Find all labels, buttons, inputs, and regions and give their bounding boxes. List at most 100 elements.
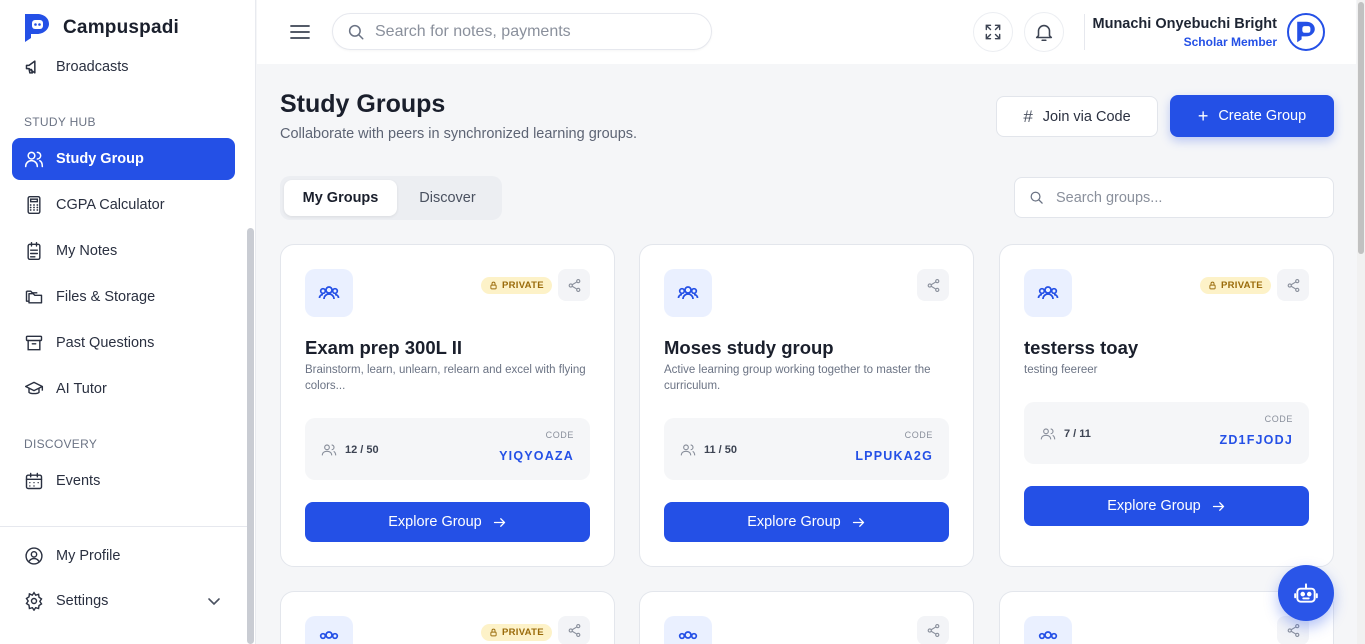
share-button[interactable]: [1277, 269, 1309, 301]
sidebar-item-settings[interactable]: Settings: [12, 580, 235, 622]
global-search[interactable]: [332, 13, 712, 50]
share-button[interactable]: [558, 269, 590, 301]
avatar-logo-icon: [1297, 21, 1315, 43]
sidebar-item-label: Settings: [56, 593, 109, 609]
gear-icon: [25, 591, 43, 611]
section-label-study-hub: STUDY HUB: [24, 115, 96, 129]
explore-group-label: Explore Group: [1107, 498, 1201, 514]
sidebar-item-files-storage[interactable]: Files & Storage: [12, 276, 235, 318]
create-group-button[interactable]: + Create Group: [1170, 95, 1334, 137]
members-icon: [680, 444, 696, 456]
sidebar-item-label: AI Tutor: [56, 381, 107, 397]
folder-icon: [25, 290, 43, 304]
sidebar-item-past-questions[interactable]: Past Questions: [12, 322, 235, 364]
share-icon: [1287, 624, 1299, 637]
sidebar-item-label: My Profile: [56, 548, 121, 564]
sidebar-item-my-profile[interactable]: My Profile: [12, 535, 235, 577]
group-code[interactable]: ZD1FJODJ: [1219, 433, 1293, 447]
sidebar-item-label: Files & Storage: [56, 289, 156, 305]
group-card: PRIVATE testerss toay testing feereer 7 …: [999, 244, 1334, 567]
arrow-right-icon: [1212, 501, 1225, 511]
arrow-right-icon: [493, 517, 506, 527]
notes-icon: [27, 241, 41, 261]
sidebar-item-label: Events: [56, 473, 101, 489]
group-search-input[interactable]: [1056, 189, 1316, 206]
user-role: Scholar Member: [1183, 35, 1277, 49]
share-icon: [568, 278, 580, 292]
brand[interactable]: Campuspadi: [22, 12, 179, 44]
group-code[interactable]: LPPUKA2G: [855, 449, 933, 463]
megaphone-icon: [25, 60, 36, 74]
private-badge: PRIVATE: [481, 277, 552, 294]
sidebar-item-my-notes[interactable]: My Notes: [12, 230, 235, 272]
group-card: PRIVATE: [280, 591, 615, 644]
group-stats: 7 / 11 CODE ZD1FJODJ: [1024, 402, 1309, 464]
archive-icon: [25, 335, 43, 351]
group-code[interactable]: YIQYOAZA: [499, 449, 574, 463]
sidebar-item-ai-tutor[interactable]: AI Tutor: [12, 368, 235, 410]
group-users-icon: [1038, 630, 1058, 639]
page-scrollbar[interactable]: [1357, 0, 1365, 644]
group-icon-wrap: [305, 616, 353, 644]
global-search-input[interactable]: [375, 22, 695, 41]
sidebar-item-study-group[interactable]: Study Group: [12, 138, 235, 180]
group-stats: 11 / 50 CODE LPPUKA2G: [664, 418, 949, 480]
code-label: CODE: [1264, 414, 1293, 424]
group-tabs: My Groups Discover: [280, 176, 502, 220]
explore-group-button[interactable]: Explore Group: [1024, 486, 1309, 526]
code-label: CODE: [545, 430, 574, 440]
sidebar-item-events[interactable]: Events: [12, 460, 235, 502]
member-count-value: 12 / 50: [345, 444, 379, 456]
share-icon: [927, 624, 939, 637]
avatar[interactable]: [1287, 13, 1325, 51]
group-icon-wrap: [664, 269, 712, 317]
hamburger-menu-icon[interactable]: [290, 24, 310, 40]
notifications-button[interactable]: [1024, 12, 1064, 52]
share-icon: [927, 278, 939, 292]
explore-group-button[interactable]: Explore Group: [664, 502, 949, 542]
share-button[interactable]: [917, 616, 949, 644]
lock-icon: [490, 281, 497, 290]
section-label-discovery: DISCOVERY: [24, 437, 98, 451]
tab-my-groups[interactable]: My Groups: [284, 180, 397, 216]
member-count-value: 11 / 50: [704, 444, 738, 456]
member-count: 11 / 50: [680, 442, 737, 458]
group-description: Active learning group working together t…: [664, 364, 931, 392]
fullscreen-button[interactable]: [973, 12, 1013, 52]
group-users-icon: [319, 630, 339, 639]
tab-discover[interactable]: Discover: [397, 180, 498, 216]
group-users-icon: [1037, 286, 1059, 300]
hash-icon: #: [1023, 106, 1033, 126]
page-subtitle: Collaborate with peers in synchronized l…: [280, 126, 638, 142]
share-button[interactable]: [917, 269, 949, 301]
private-badge: PRIVATE: [481, 624, 552, 641]
brand-name: Campuspadi: [63, 17, 180, 38]
lock-icon: [1209, 281, 1216, 290]
group-title: testerss toay: [1024, 337, 1139, 358]
create-group-label: Create Group: [1218, 108, 1307, 124]
sidebar-item-cgpa-calculator[interactable]: CGPA Calculator: [12, 184, 235, 226]
share-icon: [568, 624, 580, 637]
join-via-code-label: Join via Code: [1042, 108, 1131, 125]
calculator-icon: [27, 195, 41, 215]
share-button[interactable]: [558, 616, 590, 644]
explore-group-label: Explore Group: [747, 514, 841, 530]
group-search[interactable]: [1014, 177, 1334, 218]
join-via-code-button[interactable]: # Join via Code: [996, 96, 1158, 137]
sidebar-divider: [0, 526, 247, 527]
chevron-down-icon[interactable]: [206, 593, 222, 609]
group-description: Brainstorm, learn, unlearn, relearn and …: [305, 364, 586, 392]
expand-icon: [985, 24, 1001, 40]
page-scrollbar-thumb[interactable]: [1358, 2, 1364, 254]
group-description: testing feereer: [1024, 364, 1098, 376]
explore-group-label: Explore Group: [388, 514, 482, 530]
share-icon: [1287, 278, 1299, 292]
group-users-icon: [677, 286, 699, 300]
ai-assistant-fab[interactable]: [1278, 565, 1334, 621]
sidebar-scrollbar[interactable]: [247, 228, 254, 644]
explore-group-button[interactable]: Explore Group: [305, 502, 590, 542]
lock-icon: [490, 628, 497, 637]
sidebar-item-broadcasts[interactable]: Broadcasts: [12, 46, 235, 88]
group-card: [639, 591, 974, 644]
search-icon: [348, 24, 364, 39]
